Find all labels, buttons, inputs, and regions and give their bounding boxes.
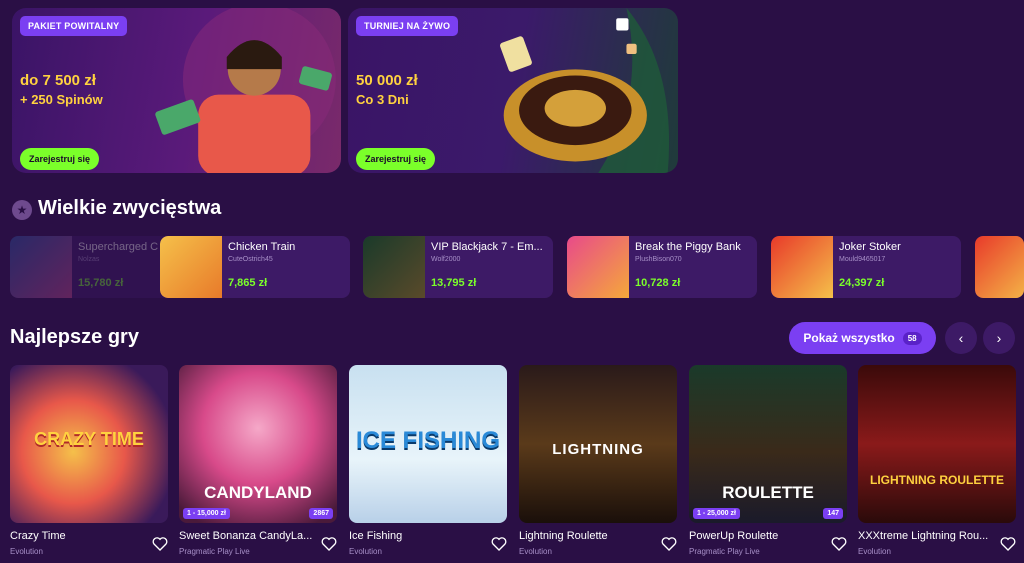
cover-title-art: CANDYLAND	[204, 483, 312, 502]
game-cover[interactable]: LIGHTNING	[519, 365, 677, 523]
heart-icon[interactable]	[152, 536, 168, 552]
game-provider: Pragmatic Play Live	[689, 547, 760, 556]
game-cover[interactable]: ICE FISHING	[349, 365, 507, 523]
roulette-art	[500, 8, 670, 173]
game-name: Sweet Bonanza CandyLa...	[179, 530, 313, 542]
heart-icon[interactable]	[491, 536, 507, 552]
win-card[interactable]: VIP Blackjack 7 - Em... Wolf2000 13,795 …	[363, 236, 553, 298]
cover-title-art: ROULETTE	[722, 483, 814, 502]
win-card[interactable]: Joker Stoker Mould9465017 24,397 zł	[771, 236, 961, 298]
cover-title-art: CRAZY TIME	[34, 429, 144, 449]
game-cover[interactable]: CRAZY TIME	[10, 365, 168, 523]
game-provider: Pragmatic Play Live	[179, 547, 250, 556]
game-cover[interactable]: LIGHTNING ROULETTE	[858, 365, 1016, 523]
win-user: CuteOstrich45	[228, 256, 273, 263]
win-amount: 15,780 zł	[78, 277, 124, 289]
promo-subtitle: Co 3 Dni	[356, 92, 409, 107]
cover-title-art: LIGHTNING ROULETTE	[870, 473, 1004, 487]
star-icon: ★	[12, 200, 32, 220]
register-button[interactable]: Zarejestruj się	[356, 148, 436, 170]
heart-icon[interactable]	[661, 536, 677, 552]
game-thumbnail	[771, 236, 833, 298]
promo-badge: PAKIET POWITALNY	[20, 16, 128, 36]
win-amount: 7,865 zł	[228, 277, 268, 289]
big-wins-title: Wielkie zwycięstwa	[38, 197, 222, 219]
win-amount: 10,728 zł	[635, 277, 681, 289]
win-user: PlushBison070	[635, 256, 682, 263]
game-name: Ice Fishing	[349, 530, 403, 542]
win-user: Nolzas	[78, 256, 100, 263]
players-count-badge: 2867	[309, 508, 333, 519]
top-games-title: Najlepsze gry	[10, 326, 139, 348]
game-name: PowerUp Roulette	[689, 530, 779, 542]
win-game-name: VIP Blackjack 7 - Em...	[431, 241, 543, 253]
show-all-button[interactable]: Pokaż wszystko 58	[789, 322, 936, 354]
game-provider: Evolution	[858, 547, 891, 556]
chevron-left-icon[interactable]: ‹	[945, 322, 977, 354]
win-card[interactable]: Chicken Train CuteOstrich45 7,865 zł	[160, 236, 350, 298]
promo-amount: do 7 500 zł	[20, 72, 96, 89]
promo-badge: TURNIEJ NA ŻYWO	[356, 16, 459, 36]
win-user: Mould9465017	[839, 256, 886, 263]
game-thumbnail	[10, 236, 72, 298]
game-card[interactable]: ROULETTE 1 - 25,000 zł 147 PowerUp Roule…	[689, 365, 847, 563]
game-thumbnail	[567, 236, 629, 298]
heart-icon[interactable]	[321, 536, 337, 552]
win-amount: 24,397 zł	[839, 277, 885, 289]
register-button[interactable]: Zarejestruj się	[20, 148, 100, 170]
win-game-name: Chicken Train	[228, 241, 296, 253]
cover-title-art: LIGHTNING	[552, 441, 644, 458]
game-cover[interactable]: ROULETTE 1 - 25,000 zł 147	[689, 365, 847, 523]
win-user: Wolf2000	[431, 256, 461, 263]
big-wins-list: Supercharged C Nolzas 15,780 zł Chicken …	[0, 236, 1024, 298]
win-game-name: Joker Stoker	[839, 241, 901, 253]
game-card[interactable]: ICE FISHING Ice Fishing Evolution	[349, 365, 507, 563]
game-provider: Evolution	[349, 547, 382, 556]
promo-subtitle: + 250 Spinów	[20, 92, 103, 107]
promo-amount: 50 000 zł	[356, 72, 418, 89]
game-card[interactable]: LIGHTNING Lightning Roulette Evolution	[519, 365, 677, 563]
game-card[interactable]: CANDYLAND 1 - 15,000 zł 2867 Sweet Bonan…	[179, 365, 337, 563]
promo-hero-art	[155, 8, 336, 173]
game-thumbnail	[975, 236, 1024, 298]
game-thumbnail	[160, 236, 222, 298]
game-card[interactable]: CRAZY TIME Crazy Time Evolution	[10, 365, 168, 563]
cover-title-art: ICE FISHING	[355, 427, 500, 454]
game-provider: Evolution	[10, 547, 43, 556]
games-count-badge: 58	[902, 331, 922, 345]
show-all-label: Pokaż wszystko	[803, 331, 895, 345]
game-name: Lightning Roulette	[519, 530, 608, 542]
game-card[interactable]: LIGHTNING ROULETTE XXXtreme Lightning Ro…	[858, 365, 1016, 563]
game-cover[interactable]: CANDYLAND 1 - 15,000 zł 2867	[179, 365, 337, 523]
win-card[interactable]	[975, 236, 1024, 298]
promo-banner-tournament[interactable]: TURNIEJ NA ŻYWO 50 000 zł Co 3 Dni Zarej…	[348, 8, 678, 173]
players-count-badge: 147	[823, 508, 843, 519]
game-thumbnail	[363, 236, 425, 298]
promo-banner-welcome[interactable]: PAKIET POWITALNY do 7 500 zł + 250 Spinó…	[12, 8, 341, 173]
win-game-name: Break the Piggy Bank	[635, 241, 741, 253]
win-card[interactable]: Break the Piggy Bank PlushBison070 10,72…	[567, 236, 757, 298]
chevron-right-icon[interactable]: ›	[983, 322, 1015, 354]
game-name: Crazy Time	[10, 530, 66, 542]
heart-icon[interactable]	[1000, 536, 1016, 552]
game-provider: Evolution	[519, 547, 552, 556]
heart-icon[interactable]	[831, 536, 847, 552]
bet-range-badge: 1 - 15,000 zł	[183, 508, 230, 519]
bet-range-badge: 1 - 25,000 zł	[693, 508, 740, 519]
win-amount: 13,795 zł	[431, 277, 477, 289]
game-name: XXXtreme Lightning Rou...	[858, 530, 989, 542]
